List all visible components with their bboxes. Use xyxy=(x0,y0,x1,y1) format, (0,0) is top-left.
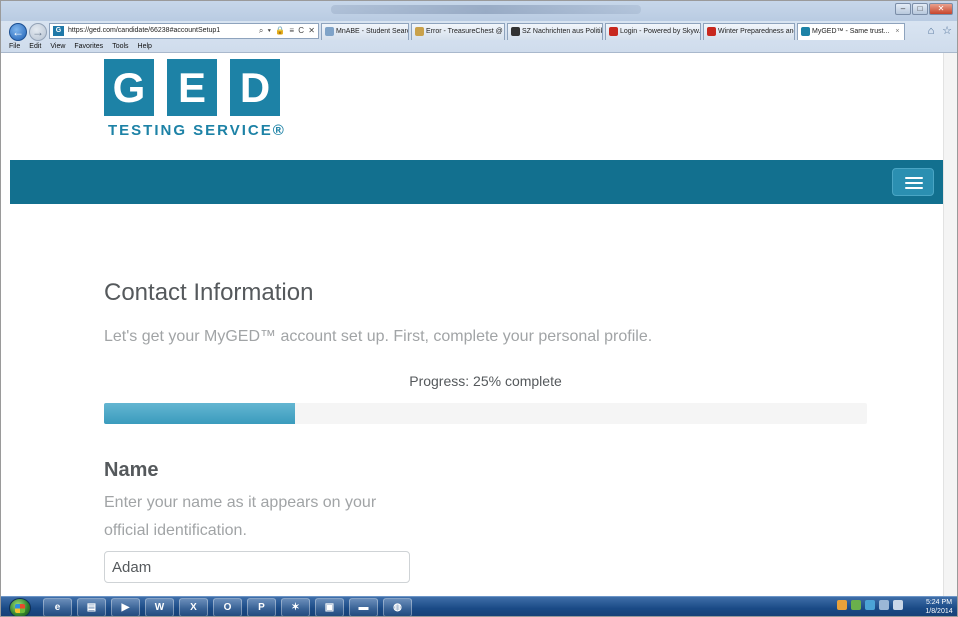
home-icon[interactable]: ⌂ xyxy=(925,25,937,37)
menu-tools[interactable]: Tools xyxy=(112,41,128,53)
menu-bar: File Edit View Favorites Tools Help xyxy=(1,41,152,53)
browser-tab-label: MyGED™ - Same trust... xyxy=(812,28,890,35)
browser-tab-label: Login - Powered by Skyw... xyxy=(620,28,701,35)
ged-logo[interactable]: G E D TESTING SERVICE® xyxy=(104,59,284,149)
header-nav-bar xyxy=(10,160,943,204)
menu-help[interactable]: Help xyxy=(138,41,152,53)
ged-icon xyxy=(801,27,810,36)
sz-icon xyxy=(511,27,520,36)
menu-view[interactable]: View xyxy=(50,41,65,53)
progress-bar-fill xyxy=(104,403,295,424)
clock-time: 5:24 PM xyxy=(925,599,953,606)
navigation-buttons: ← → xyxy=(9,23,47,41)
hamburger-line xyxy=(905,177,923,179)
address-tools-icons[interactable]: ⌕ ▾ 🔒 ≡ C ✕ xyxy=(259,24,316,38)
network-icon[interactable]: ▬ xyxy=(349,598,378,616)
start-button[interactable] xyxy=(9,598,31,616)
paint-icon[interactable]: ◍ xyxy=(383,598,412,616)
browser-tab[interactable]: SZ Nachrichten aus Politik, ... xyxy=(507,23,603,40)
browser-tab-label: Error - TreasureChest @ ... xyxy=(426,28,505,35)
browser-tab-label: MnABE - Student Search xyxy=(336,28,409,35)
address-bar[interactable]: G https://ged.com/candidate/66238#accoun… xyxy=(49,23,319,39)
address-url: https://ged.com/candidate/66238#accountS… xyxy=(68,27,221,34)
name-section-heading: Name xyxy=(104,459,159,481)
powerpoint-icon[interactable]: P xyxy=(247,598,276,616)
close-tab-icon[interactable]: × xyxy=(895,28,899,35)
menu-file[interactable]: File xyxy=(9,41,20,53)
window-title-bar: – □ ✕ xyxy=(1,1,957,21)
logo-letter-e: E xyxy=(167,59,217,116)
media-player-icon[interactable]: ▶ xyxy=(111,598,140,616)
progress-label: Progress: 25% complete xyxy=(409,373,562,389)
page-title: Contact Information xyxy=(104,279,314,306)
first-name-input[interactable] xyxy=(104,551,410,583)
page-scrollbar[interactable] xyxy=(943,53,957,596)
page-viewport: G E D TESTING SERVICE® Contact Informati… xyxy=(10,53,943,596)
folder-icon xyxy=(325,27,334,36)
screen: – □ ✕ ← → G https://ged.com/candidate/66… xyxy=(0,0,958,617)
outlook-icon[interactable]: O xyxy=(213,598,242,616)
tray-app-icon[interactable] xyxy=(837,600,847,610)
tab-strip: MnABE - Student Search Error - TreasureCh… xyxy=(321,23,905,40)
favorites-star-icon[interactable]: ☆ xyxy=(941,25,953,37)
skyward-icon xyxy=(609,27,618,36)
ie-icon[interactable]: e xyxy=(43,598,72,616)
logo-letter-d: D xyxy=(230,59,280,116)
chrome-toolbar-icons: ⌂ ☆ xyxy=(925,25,953,37)
hamburger-menu-icon[interactable] xyxy=(892,168,934,196)
taskbar-app-icons: e ▤ ▶ W X O P ✶ ▣ ▬ ◍ xyxy=(43,598,412,616)
name-section-description: Enter your name as it appears on your of… xyxy=(104,494,377,539)
tray-flag-icon[interactable] xyxy=(865,600,875,610)
browser-tab[interactable]: Login - Powered by Skyw... xyxy=(605,23,701,40)
windows-taskbar: e ▤ ▶ W X O P ✶ ▣ ▬ ◍ 5:24 PM 1/8/2014 xyxy=(1,596,957,616)
excel-icon[interactable]: X xyxy=(179,598,208,616)
word-icon[interactable]: W xyxy=(145,598,174,616)
browser-tab[interactable]: Winter Preparedness and ... xyxy=(703,23,795,40)
close-window-button[interactable]: ✕ xyxy=(929,3,953,15)
tray-display-icon[interactable] xyxy=(879,600,889,610)
browser-chrome: – □ ✕ ← → G https://ged.com/candidate/66… xyxy=(1,1,957,53)
browser-tab-label: SZ Nachrichten aus Politik, ... xyxy=(522,28,602,35)
acrobat-icon[interactable]: ✶ xyxy=(281,598,310,616)
taskbar-clock[interactable]: 5:24 PM 1/8/2014 xyxy=(921,598,957,616)
page-subtitle: Let's get your MyGED™ account set up. Fi… xyxy=(104,328,653,345)
tray-volume-icon[interactable] xyxy=(893,600,903,610)
browser-tab[interactable]: Error - TreasureChest @ ... xyxy=(411,23,505,40)
minimize-button[interactable]: – xyxy=(895,3,911,15)
menu-favorites[interactable]: Favorites xyxy=(74,41,103,53)
arrow-icon xyxy=(707,27,716,36)
clock-date: 1/8/2014 xyxy=(925,608,953,615)
logo-tagline: TESTING SERVICE® xyxy=(108,122,286,139)
menu-edit[interactable]: Edit xyxy=(29,41,41,53)
site-favicon-icon: G xyxy=(53,26,64,36)
logo-letter-g: G xyxy=(104,59,154,116)
browser-tab[interactable]: MyGED™ - Same trust... × xyxy=(797,23,905,40)
browser-tab-label: Winter Preparedness and ... xyxy=(718,28,794,35)
back-button[interactable]: ← xyxy=(9,23,27,41)
tray-network-icon[interactable] xyxy=(851,600,861,610)
explorer-icon[interactable]: ▤ xyxy=(77,598,106,616)
forward-button[interactable]: → xyxy=(29,23,47,41)
folder-icon xyxy=(415,27,424,36)
window-controls: – □ ✕ xyxy=(895,3,953,15)
browser-tab[interactable]: MnABE - Student Search xyxy=(321,23,409,40)
hamburger-line xyxy=(905,187,923,189)
hamburger-line xyxy=(905,182,923,184)
photos-icon[interactable]: ▣ xyxy=(315,598,344,616)
progress-bar xyxy=(104,403,867,424)
system-tray xyxy=(837,600,903,610)
blurred-window-title xyxy=(331,5,641,14)
maximize-button[interactable]: □ xyxy=(912,3,928,15)
